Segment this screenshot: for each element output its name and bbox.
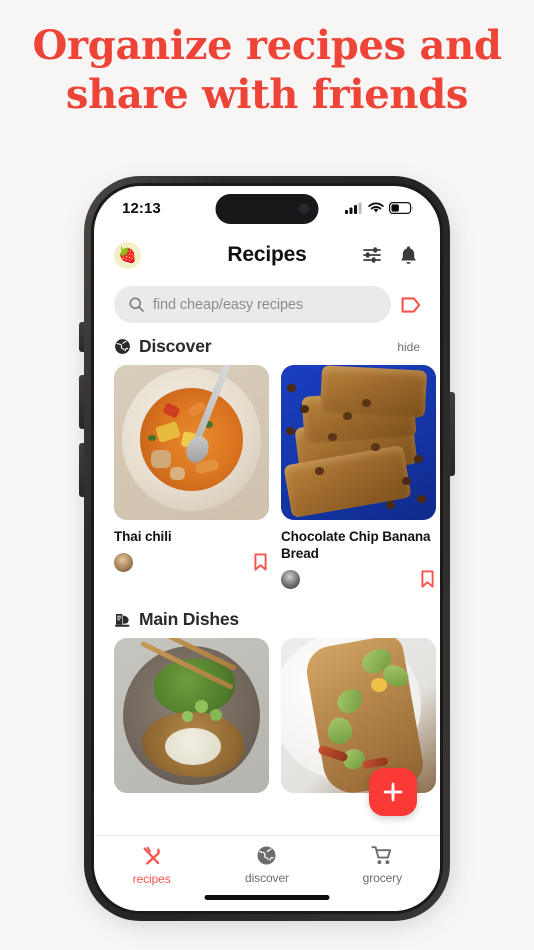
add-recipe-button[interactable] (369, 768, 417, 816)
recipe-meta (114, 552, 269, 572)
cellular-signal-icon (345, 202, 362, 214)
status-time: 12:13 (122, 199, 161, 217)
filter-sliders-icon[interactable] (362, 245, 382, 265)
headline-line-1: Organize recipes and (32, 22, 502, 69)
search-input[interactable]: find cheap/easy recipes (114, 286, 391, 323)
section-title: Main Dishes (139, 608, 239, 629)
status-icons (345, 202, 414, 214)
rice-bowl-photo (114, 637, 269, 793)
tab-grocery[interactable]: grocery (325, 845, 440, 885)
tab-bar: recipes discover grocery (94, 835, 440, 911)
avocado-sandwich-photo (281, 637, 436, 793)
phone-screen: 12:13 🍓 Recipes find cheap/easy recipes … (94, 186, 440, 911)
recipe-card[interactable]: Thai chili (114, 365, 269, 589)
shopping-cart-icon (371, 846, 392, 865)
page-title: Recipes (227, 243, 307, 266)
recipe-title: Thai chili (114, 529, 172, 544)
battery-icon (389, 202, 414, 214)
recipe-book-icon (115, 613, 130, 627)
fork-spoon-icon (143, 846, 160, 865)
header-actions (362, 245, 418, 266)
tab-label: grocery (362, 871, 402, 885)
soup-photo (114, 365, 269, 520)
tab-label: recipes (132, 872, 171, 886)
plus-icon (383, 782, 403, 802)
search-row: find cheap/easy recipes (94, 274, 440, 323)
strawberry-icon: 🍓 (118, 246, 137, 264)
banana-bread-photo (281, 365, 436, 520)
recipe-author-avatar[interactable] (281, 569, 300, 589)
bookmark-icon[interactable] (421, 570, 434, 588)
section-hide-button[interactable]: hide (397, 340, 420, 354)
promo-headline: Organize recipes and share with friends (0, 22, 534, 120)
recipe-image-rice-bowl[interactable] (114, 637, 269, 793)
tab-recipes[interactable]: recipes (94, 845, 209, 886)
recipe-title: Chocolate Chip Banana Bread (281, 529, 431, 561)
section-header-discover: Discover hide (94, 323, 440, 357)
wifi-icon (368, 202, 384, 213)
bell-icon[interactable] (399, 245, 418, 266)
profile-avatar[interactable]: 🍓 (114, 241, 141, 269)
home-indicator[interactable] (204, 895, 330, 900)
search-icon (129, 297, 144, 312)
phone-frame: 12:13 🍓 Recipes find cheap/easy recipes … (84, 176, 450, 921)
front-camera-icon (298, 203, 310, 214)
app-content: 12:13 🍓 Recipes find cheap/easy recipes … (94, 186, 440, 835)
section-header-main-dishes: Main Dishes (94, 589, 440, 630)
recipe-card[interactable] (281, 637, 436, 793)
tab-discover[interactable]: discover (209, 845, 324, 885)
tag-icon[interactable] (401, 296, 422, 314)
recipe-image-avocado-sandwich[interactable] (281, 637, 436, 793)
bookmark-icon[interactable] (254, 553, 267, 571)
recipe-row-discover: Thai chili Chocolate Chip Banana Bread (94, 357, 440, 589)
recipe-image-banana-bread[interactable] (281, 365, 436, 520)
status-bar: 12:13 (94, 186, 440, 230)
search-placeholder: find cheap/easy recipes (153, 296, 304, 313)
globe-icon (257, 846, 276, 865)
recipe-card[interactable] (114, 637, 269, 793)
recipe-card[interactable]: Chocolate Chip Banana Bread (281, 365, 436, 589)
headline-line-2: share with friends (65, 70, 469, 118)
recipe-author-avatar[interactable] (114, 552, 133, 572)
app-header: 🍓 Recipes (94, 230, 440, 274)
recipe-meta (281, 569, 436, 589)
recipe-image-thai-chili[interactable] (114, 365, 269, 520)
tab-label: discover (245, 871, 289, 885)
dynamic-island (215, 194, 319, 224)
phone-bezel: 12:13 🍓 Recipes find cheap/easy recipes … (91, 183, 443, 914)
globe-icon (115, 339, 130, 354)
section-title: Discover (139, 336, 212, 356)
